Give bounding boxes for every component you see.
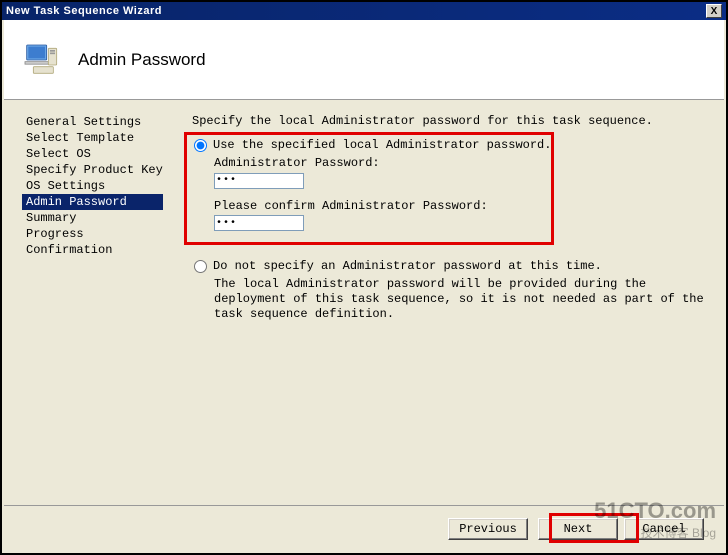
close-button[interactable]: X [706,4,722,18]
sidebar-item-admin-password[interactable]: Admin Password [22,194,163,210]
option-do-not-specify: Do not specify an Administrator password… [192,259,712,273]
sidebar-item-select-os[interactable]: Select OS [22,146,184,162]
sidebar-item-confirmation[interactable]: Confirmation [22,242,184,258]
body-area: General Settings Select Template Select … [4,100,724,505]
do-not-specify-description: The local Administrator password will be… [214,277,712,322]
sidebar-item-os-settings[interactable]: OS Settings [22,178,184,194]
password-fields-block: Administrator Password: Please confirm A… [214,156,712,231]
sidebar-item-progress[interactable]: Progress [22,226,184,242]
dialog-window: New Task Sequence Wizard X Admin Passwor… [0,0,728,555]
sidebar-item-specify-product-key[interactable]: Specify Product Key [22,162,184,178]
computer-icon [20,40,60,80]
radio-do-not-specify-label: Do not specify an Administrator password… [213,259,602,273]
confirm-password-label: Please confirm Administrator Password: [214,199,712,213]
page-title: Admin Password [78,50,206,70]
titlebar: New Task Sequence Wizard X [2,2,726,20]
radio-do-not-specify[interactable] [194,260,207,273]
content-area: Admin Password General Settings Select T… [4,20,724,551]
sidebar-item-general-settings[interactable]: General Settings [22,114,184,130]
close-icon: X [711,6,718,17]
radio-use-specified-label: Use the specified local Administrator pa… [213,138,551,152]
previous-button[interactable]: Previous [448,518,528,540]
instruction-text: Specify the local Administrator password… [192,114,712,128]
confirm-password-input[interactable] [214,215,304,231]
admin-password-input[interactable] [214,173,304,189]
header-banner: Admin Password [4,20,724,100]
sidebar-item-summary[interactable]: Summary [22,210,184,226]
window-title: New Task Sequence Wizard [6,5,162,17]
wizard-steps-sidebar: General Settings Select Template Select … [4,100,184,505]
admin-password-label: Administrator Password: [214,156,712,170]
next-cancel-group: Next Cancel [538,518,704,540]
footer-buttons: Previous Next Cancel [4,505,724,551]
password-options-group: Use the specified local Administrator pa… [192,138,712,322]
radio-use-specified[interactable] [194,139,207,152]
main-panel: Specify the local Administrator password… [184,100,724,505]
option-use-specified: Use the specified local Administrator pa… [192,138,712,152]
sidebar-item-select-template[interactable]: Select Template [22,130,184,146]
cancel-button[interactable]: Cancel [624,518,704,540]
next-button[interactable]: Next [538,518,618,540]
